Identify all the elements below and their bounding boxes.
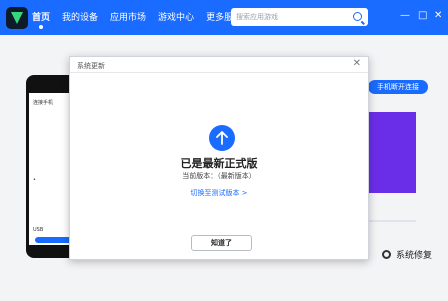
gear-icon [382,250,391,259]
system-update-dialog: 系统更新 ✕ 已是最新正式版 当前版本：（最新版本） 切换至测试版本 > 知道了 [69,56,369,260]
active-nav-indicator [39,25,43,29]
promo-banner[interactable] [366,112,416,193]
disconnect-phone-button[interactable]: 手机断开连接 [368,80,428,94]
divider [366,220,416,222]
nav-home[interactable]: 首页 [32,10,50,23]
system-repair-button[interactable]: 系统修复 [382,248,432,261]
maximize-button[interactable]: □ [418,11,427,21]
search-icon[interactable] [353,12,362,21]
dialog-title: 系统更新 [77,62,105,70]
system-repair-label: 系统修复 [396,251,433,261]
update-status-heading: 已是最新正式版 [180,157,258,170]
ok-button[interactable]: 知道了 [191,235,252,251]
switch-test-version-link[interactable]: 切换至测试版本 > [70,188,368,198]
close-window-button[interactable]: ✕ [434,11,442,21]
dialog-divider [70,72,368,73]
nav-app-market[interactable]: 应用市场 [110,10,146,23]
search-placeholder: 搜索应用游戏 [236,13,278,21]
phone-line: 连接手机 [33,100,54,106]
phone-line: • [33,177,36,183]
phone-action-button [35,237,72,243]
main-nav: 首页 我的设备 应用市场 游戏中心 更多服务 [32,10,242,23]
nav-my-device[interactable]: 我的设备 [62,10,98,23]
minimize-button[interactable]: — [400,11,410,21]
dialog-close-icon[interactable]: ✕ [353,58,361,69]
app-logo-icon [6,7,28,29]
phone-line: USB [33,227,44,233]
up-arrow-icon [209,125,235,151]
search-input[interactable]: 搜索应用游戏 [231,8,368,26]
top-bar: 首页 我的设备 应用市场 游戏中心 更多服务 搜索应用游戏 — □ ✕ [0,0,448,35]
current-version-text: 当前版本：（最新版本） [182,172,256,180]
nav-game-center[interactable]: 游戏中心 [158,10,194,23]
